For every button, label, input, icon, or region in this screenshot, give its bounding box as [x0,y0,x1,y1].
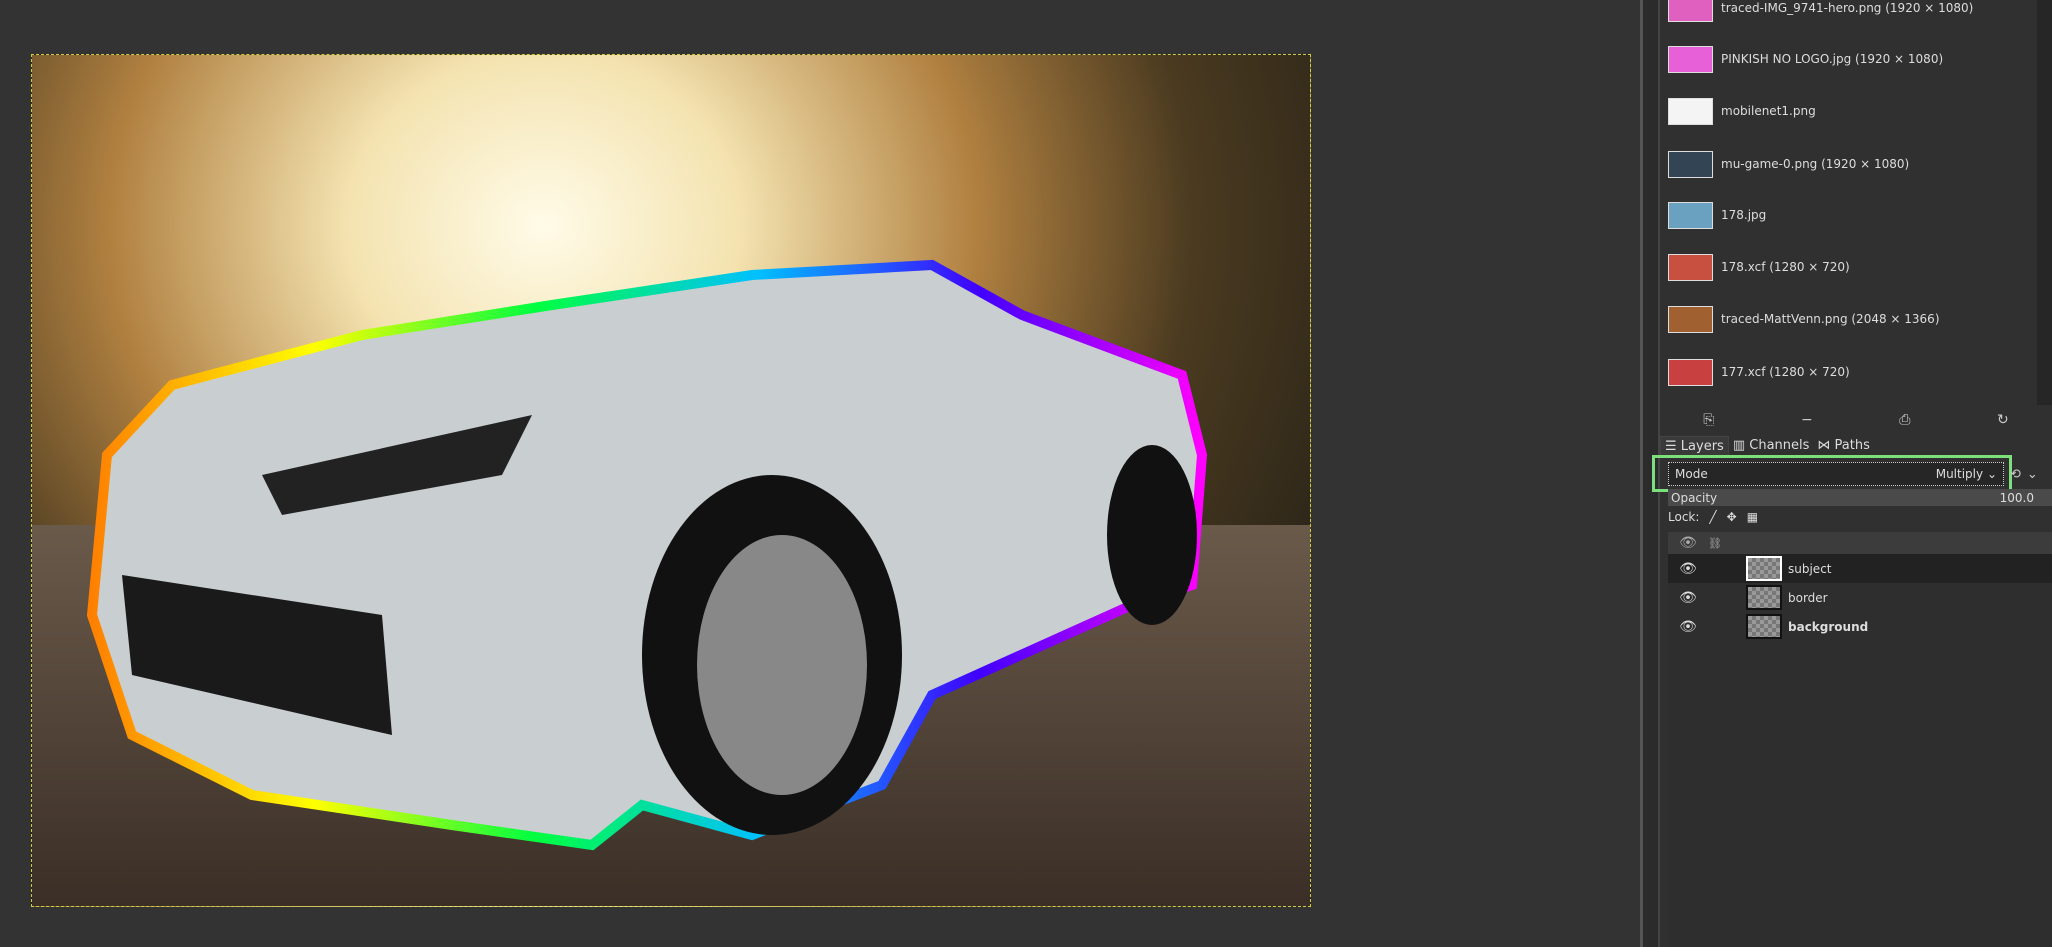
image-label: mobilenet1.png [1721,104,1816,118]
layers-header: 👁 ⛓ [1668,532,2052,554]
image-thumbnail [1668,253,1713,281]
image-list-item[interactable]: 178.jpg [1668,195,1766,235]
tab-label: Layers [1680,439,1724,454]
image-label: PINKISH NO LOGO.jpg (1920 × 1080) [1721,52,1944,66]
rear-wheel [1107,445,1197,625]
image-label: mu-game-0.png (1920 × 1080) [1721,157,1910,171]
delete-icon[interactable]: ⎙ [1899,412,1910,428]
mode-value: Multiply [1935,467,1984,481]
car-body [86,259,1208,851]
layer-name: border [1788,590,1828,605]
layers-list: 👁 ⛓ 👁 subject 👁 border 👁 background [1668,532,2052,947]
opacity-value[interactable]: 100.0 [2000,491,2034,505]
image-label: traced-IMG_9741-hero.png (1920 × 1080) [1721,1,1974,15]
right-dock: traced-IMG_9741-hero.png (1920 × 1080) PI… [1652,0,2052,947]
raise-view-icon[interactable]: ⎘ [1703,412,1714,428]
new-display-icon[interactable]: − [1801,412,1813,428]
car-illustration [86,259,1208,851]
tab-label: Paths [1834,438,1870,453]
layer-thumbnail [1746,614,1782,639]
image-thumbnail [1668,45,1713,73]
eye-icon[interactable]: 👁 [1668,619,1708,635]
tab-label: Channels [1749,438,1810,453]
image-thumbnail [1668,150,1713,178]
image-list-item[interactable]: 178.xcf (1280 × 720) [1668,247,1850,287]
image-list-item[interactable]: PINKISH NO LOGO.jpg (1920 × 1080) [1668,39,1943,79]
refresh-icon[interactable]: ↻ [1997,412,2009,428]
lock-row: Lock: ╱ ✥ ▦ [1668,510,1758,524]
layer-row[interactable]: 👁 border [1668,583,2052,612]
image-list-item[interactable]: 177.xcf (1280 × 720) [1668,352,1850,392]
layer-name: background [1788,619,1869,634]
image-thumbnail [1668,0,1713,22]
mode-label: Mode [1675,467,1708,481]
opacity-label: Opacity [1671,490,1718,505]
image-canvas-area[interactable] [0,0,1640,947]
layer-name: subject [1788,561,1832,576]
image-label: traced-MattVenn.png (2048 × 1366) [1721,312,1940,326]
image-canvas[interactable] [31,54,1311,907]
chevron-down-icon: ⌄ [1986,467,1997,481]
image-list-item[interactable]: traced-IMG_9741-hero.png (1920 × 1080) [1668,0,1973,28]
reset-icon[interactable]: ⟲ [2010,467,2021,482]
image-label: 178.jpg [1721,208,1767,222]
image-thumbnail [1668,358,1713,386]
image-thumbnail [1668,201,1713,229]
image-label: 178.xcf (1280 × 720) [1721,260,1850,274]
image-thumbnail [1668,97,1713,125]
image-thumbnail [1668,305,1713,333]
mode-dropdown[interactable]: Mode Multiply ⌄ [1668,462,2004,486]
image-list-item[interactable]: mobilenet1.png [1668,91,1816,131]
images-toolbar: ⎘ − ⎙ ↻ [1660,407,2052,433]
chevron-down-icon[interactable]: ⌄ [2027,467,2038,482]
lock-pixels-icon[interactable]: ╱ [1709,510,1716,524]
lock-alpha-icon[interactable]: ▦ [1747,510,1758,524]
eye-icon[interactable]: 👁 [1668,561,1708,577]
lock-label: Lock: [1668,510,1700,524]
opacity-slider[interactable]: Opacity 100.0 [1668,489,2052,506]
image-label: 177.xcf (1280 × 720) [1721,365,1850,379]
layer-thumbnail [1746,585,1782,610]
chain-header-icon: ⛓ [1708,536,1722,550]
image-list-item[interactable]: mu-game-0.png (1920 × 1080) [1668,144,1909,184]
visibility-header-icon: 👁 [1679,535,1697,551]
layer-thumbnail [1746,556,1782,581]
front-rim [697,535,867,795]
mode-extras: ⟲ ⌄ [2010,462,2050,486]
images-scrollbar[interactable] [2037,0,2052,405]
layer-row[interactable]: 👁 subject [1668,554,2052,583]
eye-icon[interactable]: 👁 [1668,590,1708,606]
layer-row[interactable]: 👁 background [1668,612,2052,641]
image-list-item[interactable]: traced-MattVenn.png (2048 × 1366) [1668,299,1940,339]
lock-position-icon[interactable]: ✥ [1727,510,1737,524]
